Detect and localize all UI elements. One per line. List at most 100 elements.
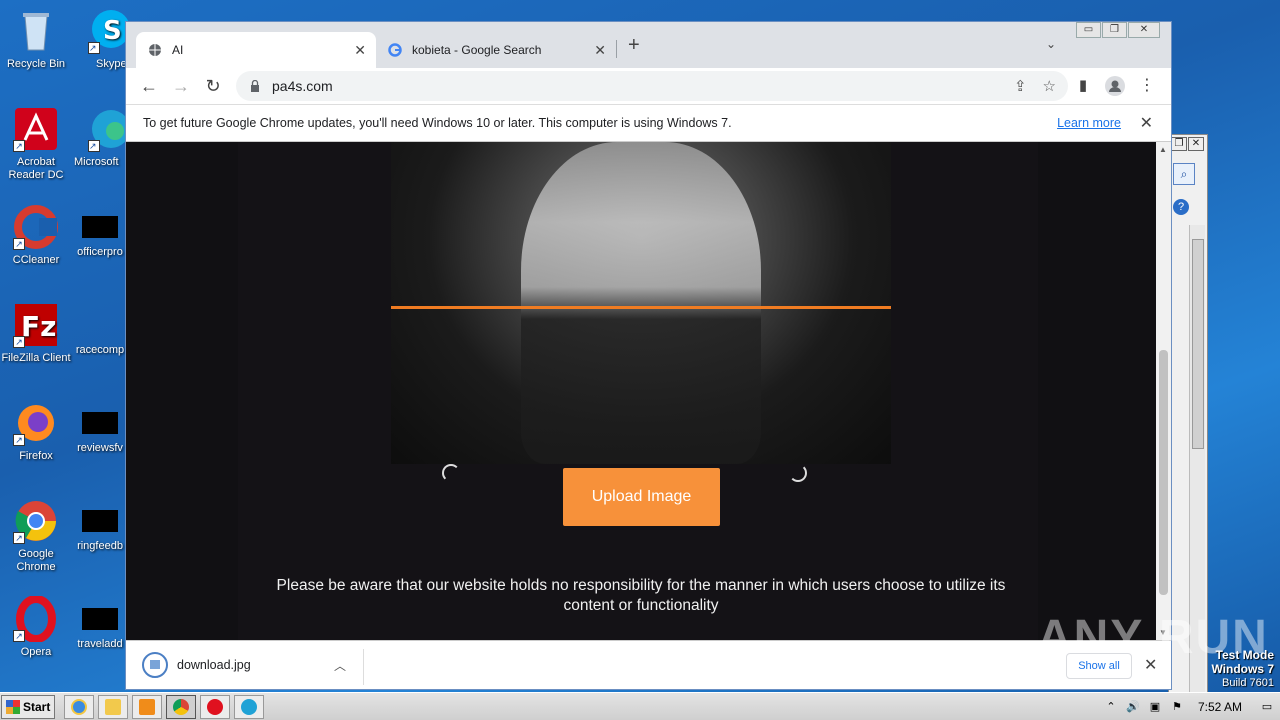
tab-search-chevron-icon[interactable]: ⌄: [1046, 37, 1056, 51]
browser-toolbar: ← → ↻ pa4s.com ⇪ ☆ ▮ ⋮: [126, 68, 1171, 104]
share-icon[interactable]: ⇪: [1014, 77, 1027, 95]
desktop-icon-ccleaner[interactable]: ↗ CCleaner: [0, 204, 72, 267]
page-scrollbar[interactable]: ▲ ▼: [1156, 142, 1171, 640]
chrome-icon: [173, 699, 189, 715]
download-shelf: download.jpg ︿ Show all ✕: [126, 640, 1171, 689]
help-icon[interactable]: ?: [1173, 199, 1189, 215]
svg-text:S: S: [103, 16, 122, 46]
tab-ai[interactable]: AI ✕: [136, 32, 376, 68]
show-desktop-icon[interactable]: ▭: [1260, 700, 1274, 714]
redacted-file-icon: [82, 510, 118, 532]
tab-google-search[interactable]: kobieta - Google Search ✕: [376, 32, 616, 68]
desktop-icon-label: traveladd: [77, 638, 123, 650]
desktop-icon-label: racecomp: [75, 344, 125, 356]
system-tray: ⌃ 🔊 ▣ ⚑ 7:52 AM ▭: [1098, 695, 1280, 719]
taskbar-explorer[interactable]: [98, 695, 128, 719]
recycle-bin-icon: [13, 8, 59, 54]
test-mode-label: Test Mode Windows 7 Build 7601: [1211, 648, 1274, 690]
taskbar-opera[interactable]: [200, 695, 230, 719]
desktop-icon-acrobat[interactable]: ↗ Acrobat Reader DC: [0, 106, 72, 182]
close-window-icon[interactable]: ✕: [1128, 22, 1160, 38]
redacted-file-icon: [82, 412, 118, 434]
taskbar-ie[interactable]: [64, 695, 94, 719]
update-infobar: To get future Google Chrome updates, you…: [126, 104, 1171, 142]
chevron-up-icon[interactable]: ︿: [334, 657, 346, 674]
close-tab-icon[interactable]: ✕: [594, 42, 606, 59]
desktop: { "desktop": { "icons": [ {"label": "Rec…: [0, 0, 1280, 720]
google-icon: [388, 43, 402, 57]
explorer-icon: [105, 699, 121, 715]
desktop-icon-label: FileZilla Client: [1, 352, 71, 364]
desktop-icon-label: Recycle Bin: [6, 58, 66, 70]
close-infobar-icon[interactable]: ✕: [1140, 113, 1153, 133]
opera-icon: ↗: [13, 595, 59, 643]
volume-icon[interactable]: 🔊: [1126, 700, 1140, 714]
taskbar-media-player[interactable]: [132, 695, 162, 719]
preview-figure: [521, 142, 761, 464]
maximize-icon[interactable]: ❐: [1102, 22, 1127, 38]
desktop-icon-label: ringfeedb: [77, 540, 123, 552]
network-icon[interactable]: ▣: [1148, 700, 1162, 714]
desktop-icon-label: Google Chrome: [16, 548, 56, 573]
scroll-up-icon[interactable]: ▲: [1159, 145, 1167, 154]
media-player-icon: [139, 699, 155, 715]
scrollbar-thumb[interactable]: [1159, 350, 1168, 595]
desktop-icon-label: reviewsfv: [77, 442, 123, 454]
disclaimer-text: Please be aware that our website holds n…: [276, 577, 1006, 614]
taskbar-chrome[interactable]: [166, 695, 196, 719]
taskbar-edge[interactable]: [234, 695, 264, 719]
close-tab-icon[interactable]: ✕: [354, 42, 366, 59]
windows-version-line: Windows 7: [1211, 662, 1274, 676]
download-item[interactable]: download.jpg: [142, 652, 251, 678]
loading-spinner-icon: [789, 464, 807, 482]
divider: [363, 649, 364, 685]
desktop-icon-opera[interactable]: ↗ Opera: [0, 595, 72, 659]
desktop-icon-chrome[interactable]: ↗ Google Chrome: [0, 498, 72, 574]
infobar-message: To get future Google Chrome updates, you…: [143, 116, 732, 130]
tray-expand-icon[interactable]: ⌃: [1104, 700, 1118, 714]
clock[interactable]: 7:52 AM: [1198, 700, 1242, 714]
desktop-icon-label: Microsoft: [74, 156, 119, 168]
redacted-file-icon: [82, 314, 118, 336]
start-label: Start: [23, 700, 51, 714]
globe-icon: [148, 43, 162, 57]
tab-title: kobieta - Google Search: [412, 43, 542, 57]
menu-kebab-icon[interactable]: ⋮: [1135, 74, 1159, 98]
image-file-icon: [142, 652, 168, 678]
back-icon[interactable]: ←: [137, 74, 161, 98]
edge-icon: [241, 699, 257, 715]
upload-image-button[interactable]: Upload Image: [563, 468, 720, 526]
restore-icon[interactable]: ❐: [1171, 137, 1187, 151]
chrome-icon: ↗: [13, 498, 59, 544]
download-filename: download.jpg: [177, 658, 251, 672]
ie-icon: [71, 699, 87, 715]
new-tab-icon[interactable]: +: [628, 34, 640, 57]
action-center-flag-icon[interactable]: ⚑: [1170, 700, 1184, 714]
redacted-file-icon: [82, 216, 118, 238]
desktop-icon-label: CCleaner: [12, 254, 60, 266]
bookmark-star-icon[interactable]: ☆: [1043, 77, 1056, 95]
url-text: pa4s.com: [272, 78, 333, 94]
minimize-icon[interactable]: ▭: [1076, 22, 1101, 38]
reload-icon[interactable]: ↻: [201, 74, 225, 98]
test-mode-line: Test Mode: [1215, 648, 1274, 662]
close-icon[interactable]: ✕: [1188, 137, 1204, 151]
desktop-icon-label: Acrobat Reader DC: [8, 156, 64, 181]
windows-flag-icon: [6, 700, 20, 714]
ccleaner-icon: ↗: [13, 204, 59, 250]
forward-icon[interactable]: →: [169, 74, 193, 98]
side-panel-icon[interactable]: ▮: [1071, 74, 1095, 98]
search-icon[interactable]: ⌕: [1173, 163, 1195, 185]
lock-icon[interactable]: [250, 79, 260, 92]
learn-more-link[interactable]: Learn more: [1057, 116, 1121, 130]
preview-image: [391, 142, 891, 464]
acrobat-icon: ↗: [13, 106, 59, 152]
desktop-icon-label: officerpro: [77, 246, 123, 258]
tab-strip: AI ✕ kobieta - Google Search ✕ + ⌄ ▭ ❐ ✕: [126, 22, 1171, 68]
start-button[interactable]: Start: [1, 695, 55, 719]
profile-avatar-icon[interactable]: [1103, 74, 1127, 98]
desktop-icon-recycle-bin[interactable]: Recycle Bin: [0, 8, 72, 71]
address-bar[interactable]: pa4s.com ⇪ ☆: [236, 71, 1068, 101]
desktop-icon-filezilla[interactable]: Fz ↗ FileZilla Client: [0, 302, 72, 365]
desktop-icon-firefox[interactable]: ↗ Firefox: [0, 400, 72, 463]
